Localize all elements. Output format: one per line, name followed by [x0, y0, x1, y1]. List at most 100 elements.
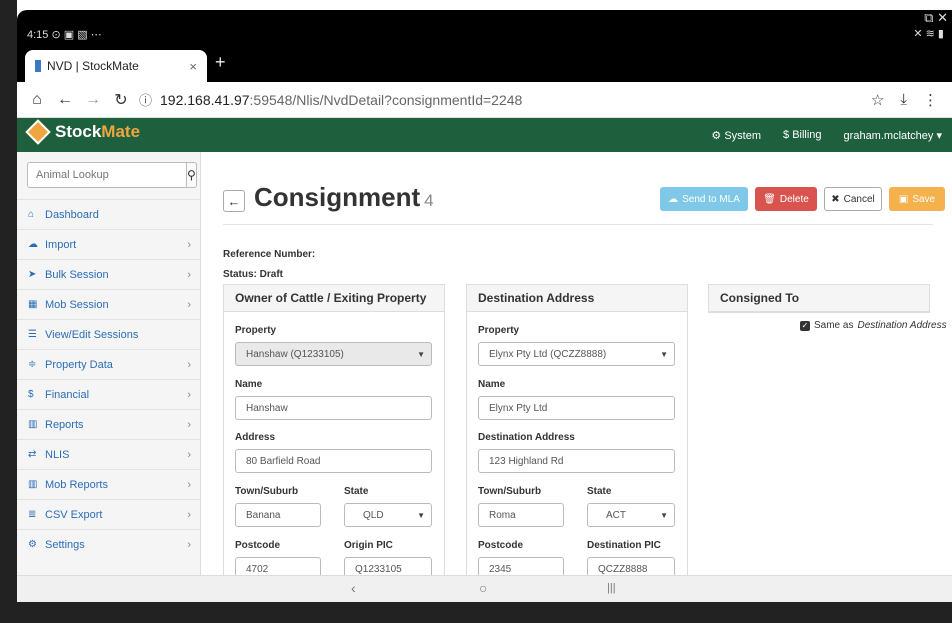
address-bar: ⌂ ← → ↻ ⓘ 192.168.41.97:59548/Nlis/NvdDe…	[17, 82, 952, 118]
reload-button[interactable]: ↻	[107, 90, 135, 110]
android-home-button[interactable]: ○	[479, 580, 487, 596]
owner-address-label: Address	[235, 432, 276, 443]
chevron-right-icon: ›	[187, 418, 191, 431]
nav-billing-label: Billing	[792, 129, 822, 141]
sidebar-item-property-data[interactable]: ≑ Property Data ›	[17, 349, 201, 379]
chevron-right-icon: ›	[187, 448, 191, 461]
back-button[interactable]: ←	[51, 91, 79, 109]
new-tab-button[interactable]: +	[215, 52, 226, 73]
home-icon: ⌂	[28, 209, 35, 220]
back-arrow-button[interactable]: ←	[223, 190, 245, 212]
sidebar: ⚲ ⌂ Dashboard ☁ Import › ➤ Bulk Session › ▦ Mob S…	[17, 152, 201, 602]
reference-number: Reference Number:	[223, 249, 316, 260]
dest-name-field[interactable]: Elynx Pty Ltd	[478, 396, 675, 420]
status-bar: 4:15 ⊙ ▣ ▧ ⋯ ⧉ ✕ ✕ ≋ ▮ NVD | StockMate ×…	[17, 10, 952, 82]
owner-property-select[interactable]: Hanshaw (Q1233105) ▼	[235, 342, 432, 366]
url-field[interactable]: 192.168.41.97:59548/Nlis/NvdDetail?consi…	[160, 92, 871, 108]
sidebar-item-settings[interactable]: ⚙ Settings ›	[17, 529, 201, 559]
download-icon[interactable]: ⤓	[900, 91, 907, 109]
owner-postcode-label: Postcode	[235, 540, 281, 551]
animal-lookup: ⚲	[27, 162, 197, 188]
cancel-button[interactable]: ✖ Cancel	[824, 187, 882, 211]
sidebar-item-view-edit-sessions[interactable]: ☰ View/Edit Sessions	[17, 319, 201, 349]
page-title-text: Consignment	[254, 182, 421, 212]
chevron-right-icon: ›	[187, 478, 191, 491]
owner-name-field[interactable]: Hanshaw	[235, 396, 432, 420]
sidebar-item-bulk-session[interactable]: ➤ Bulk Session ›	[17, 259, 201, 289]
app-navbar: Stock Mate ⚙ System $ Billing graham.mcla…	[17, 118, 952, 152]
search-button[interactable]: ⚲	[187, 162, 197, 188]
screen: 4:15 ⊙ ▣ ▧ ⋯ ⧉ ✕ ✕ ≋ ▮ NVD | StockMate ×…	[17, 10, 952, 602]
sliders-icon: ≑	[28, 359, 37, 370]
system-status-icons: ✕ ≋ ▮	[913, 28, 944, 40]
grid-icon: ▦	[28, 299, 38, 310]
sidebar-item-mob-reports[interactable]: ▥ Mob Reports ›	[17, 469, 201, 499]
send-to-mla-button[interactable]: ☁ Send to MLA	[660, 187, 748, 211]
owner-address-field[interactable]: 80 Barfield Road	[235, 449, 432, 473]
search-icon: ⚲	[187, 168, 196, 182]
bookmark-star-icon[interactable]: ☆	[871, 91, 884, 109]
sidebar-item-label: Mob Reports	[45, 478, 108, 491]
destination-pic-label: Destination PIC	[587, 540, 661, 551]
tab-close-icon[interactable]: ×	[189, 59, 197, 74]
save-button[interactable]: ▣ Save	[889, 187, 945, 211]
caret-down-icon: ▼	[417, 510, 425, 520]
dest-property-select[interactable]: Elynx Pty Ltd (QCZZ8888) ▼	[478, 342, 675, 366]
close-icon: ✖	[831, 193, 840, 205]
animal-lookup-input[interactable]	[27, 162, 187, 188]
browser-tab[interactable]: NVD | StockMate ×	[25, 50, 207, 82]
dest-state-label: State	[587, 486, 612, 497]
status-time: 4:15 ⊙ ▣ ▧ ⋯	[27, 28, 102, 41]
cogs-icon: ⚙	[28, 539, 37, 550]
owner-town-field[interactable]: Banana	[235, 503, 321, 527]
sidebar-item-reports[interactable]: ▥ Reports ›	[17, 409, 201, 439]
same-as-destination-checkbox[interactable]: ✓ Same as Destination Address	[800, 320, 947, 331]
cloud-upload-icon: ☁	[668, 193, 679, 205]
sidebar-item-mob-session[interactable]: ▦ Mob Session ›	[17, 289, 201, 319]
favicon-icon	[35, 60, 41, 72]
floppy-disk-icon: ▣	[898, 193, 909, 205]
dest-address-field[interactable]: 123 Highland Rd	[478, 449, 675, 473]
forward-button[interactable]: →	[79, 91, 107, 109]
sidebar-item-label: Mob Session	[45, 298, 109, 311]
device-frame: 4:15 ⊙ ▣ ▧ ⋯ ⧉ ✕ ✕ ≋ ▮ NVD | StockMate ×…	[0, 0, 952, 623]
checkbox-checked-icon: ✓	[800, 320, 810, 331]
bezel-top	[0, 0, 952, 10]
dest-town-label: Town/Suburb	[478, 486, 542, 497]
nav-user-menu[interactable]: graham.mclatchey ▾	[844, 129, 942, 142]
dollar-icon: $	[28, 389, 34, 400]
android-back-button[interactable]: ‹	[351, 580, 356, 596]
owner-state-value: QLD	[363, 509, 384, 521]
sidebar-item-financial[interactable]: $ Financial ›	[17, 379, 201, 409]
dest-property-label: Property	[478, 325, 520, 336]
brand-suffix: Mate	[101, 122, 141, 141]
send-icon: ➤	[28, 269, 37, 280]
brand-logo[interactable]: Stock Mate	[25, 119, 141, 145]
owner-state-select[interactable]: QLD ▼	[344, 503, 432, 527]
home-button[interactable]: ⌂	[23, 91, 51, 109]
logo-diamond-icon	[25, 119, 51, 145]
sidebar-item-nlis[interactable]: ⇄ NLIS ›	[17, 439, 201, 469]
list-icon: ☰	[28, 329, 37, 340]
window-control-icons[interactable]: ⧉ ✕	[924, 10, 948, 26]
sidebar-item-label: View/Edit Sessions	[45, 328, 139, 341]
chevron-right-icon: ›	[187, 538, 191, 551]
sidebar-item-dashboard[interactable]: ⌂ Dashboard	[17, 199, 201, 229]
dest-state-select[interactable]: ACT ▼	[587, 503, 675, 527]
info-icon[interactable]: ⓘ	[139, 90, 152, 109]
nav-billing[interactable]: $ Billing	[783, 129, 822, 141]
trash-icon: 🗑︎	[763, 193, 776, 205]
owner-town-label: Town/Suburb	[235, 486, 299, 497]
caret-down-icon: ▼	[660, 510, 668, 520]
android-recents-button[interactable]: |||	[607, 582, 616, 594]
sidebar-item-label: Settings	[45, 538, 85, 551]
menu-kebab-icon[interactable]: ⋮	[923, 91, 938, 109]
sidebar-item-csv-export[interactable]: ≣ CSV Export ›	[17, 499, 201, 529]
notification-icons: ⊙ ▣ ▧ ⋯	[51, 29, 102, 41]
owner-property-value: Hanshaw (Q1233105)	[246, 348, 344, 360]
nav-system[interactable]: ⚙ System	[711, 129, 761, 142]
same-as-target: Destination Address	[857, 320, 947, 331]
delete-button[interactable]: 🗑︎ Delete	[755, 187, 817, 211]
sidebar-item-import[interactable]: ☁ Import ›	[17, 229, 201, 259]
dest-town-field[interactable]: Roma	[478, 503, 564, 527]
